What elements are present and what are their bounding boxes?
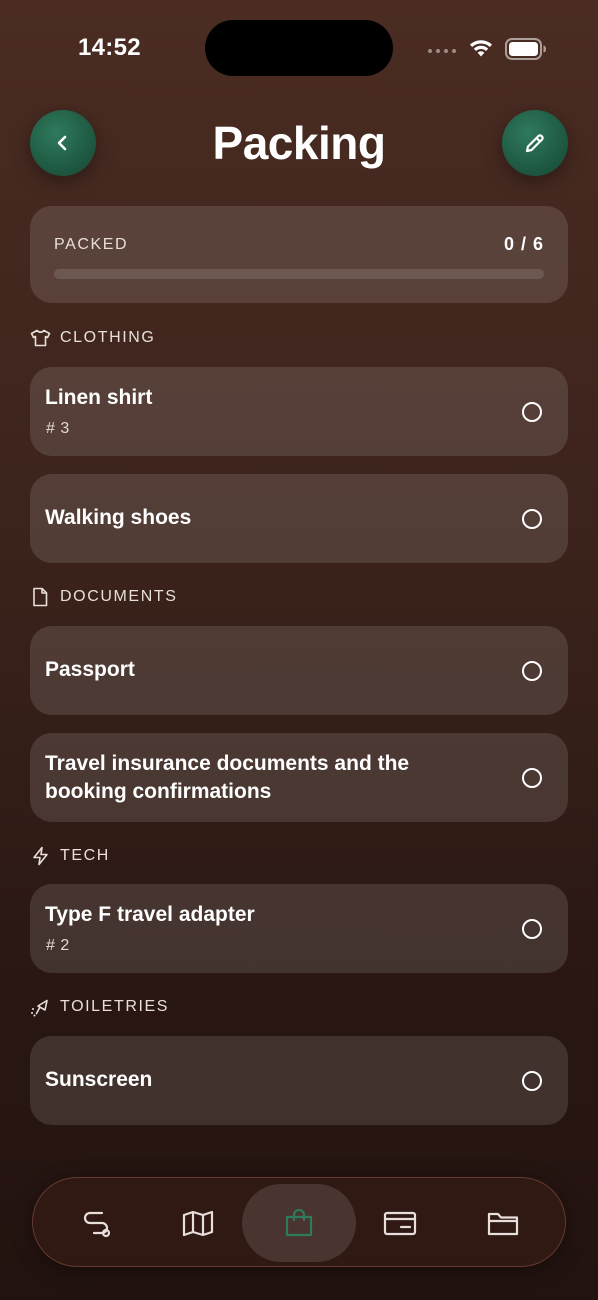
item-quantity: # 2 [46,937,70,954]
item-quantity: # 3 [46,420,70,437]
section-header-tech: TECH [30,844,110,868]
section-header-documents: DOCUMENTS [30,585,178,609]
status-time: 14:52 [78,34,141,61]
packing-item[interactable]: Linen shirt # 3 [30,367,568,456]
packed-checkbox[interactable] [522,508,542,529]
section-title: DOCUMENTS [60,588,178,605]
battery-icon [505,38,546,60]
section-title: CLOTHING [60,329,156,346]
folder-icon [487,1212,519,1236]
pencil-icon [525,134,544,153]
shirt-icon [30,329,51,347]
progress-count: 0 / 6 [503,234,544,254]
packed-progress-card: PACKED 0 / 6 [30,206,568,303]
tab-bar [32,1177,566,1267]
section-header-clothing: CLOTHING [30,326,155,350]
item-title: Walking shoes [45,506,192,529]
tab-files[interactable] [446,1184,560,1262]
progress-bar [54,269,544,279]
progress-label: PACKED [54,236,129,253]
item-title: Sunscreen [45,1068,153,1091]
status-bar: 14:52 [0,0,598,90]
dynamic-island [205,20,393,76]
packing-item[interactable]: Passport [30,626,568,715]
map-icon [182,1210,214,1237]
cellular-signal-icon [428,49,456,53]
item-title: Type F travel adapter [45,903,255,926]
packing-item[interactable]: Travel insurance documents and the booki… [30,733,568,822]
packed-checkbox[interactable] [522,1070,542,1091]
route-icon [83,1211,111,1238]
packing-item[interactable]: Walking shoes [30,474,568,563]
bag-icon [285,1208,313,1237]
packed-checkbox[interactable] [522,660,542,681]
tab-packing[interactable] [242,1184,356,1262]
spray-icon [31,999,48,1017]
lightning-icon [33,846,48,866]
item-title: Travel insurance documents and the booki… [45,752,410,803]
section-header-toiletries: TOILETRIES [30,995,169,1019]
section-title: TOILETRIES [60,998,170,1015]
section-title: TECH [60,847,110,864]
packing-item[interactable]: Sunscreen [30,1036,568,1125]
packed-checkbox[interactable] [522,767,542,788]
tab-map[interactable] [141,1184,255,1262]
edit-button[interactable] [502,110,568,176]
document-icon [33,587,48,607]
packed-checkbox[interactable] [522,401,542,422]
wifi-icon [470,40,492,57]
packed-checkbox[interactable] [522,918,542,939]
wallet-card-icon [383,1211,417,1236]
tab-route[interactable] [40,1184,154,1262]
item-title: Passport [45,658,135,681]
tab-wallet[interactable] [343,1184,457,1262]
packing-item[interactable]: Type F travel adapter # 2 [30,884,568,973]
item-title: Linen shirt [45,386,153,409]
